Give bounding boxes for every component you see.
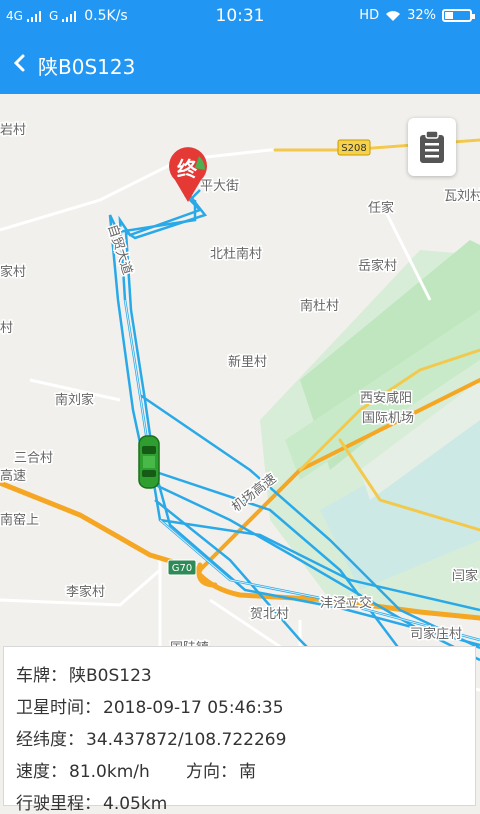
report-button[interactable] bbox=[408, 118, 456, 176]
plate-value: 陕B0S123 bbox=[69, 666, 152, 686]
mileage-row: 行驶里程： 4.05km bbox=[16, 789, 167, 814]
sat-time-value: 2018-09-17 05:46:35 bbox=[103, 698, 284, 718]
plate-label: 车牌： bbox=[16, 666, 67, 686]
shield-s208-label: S208 bbox=[341, 143, 366, 154]
speed-label: 速度： bbox=[16, 762, 67, 782]
sat-time-label: 卫星时间： bbox=[16, 698, 101, 718]
map-label: 家村 bbox=[0, 264, 26, 280]
speed-row: 速度： 81.0km/h bbox=[16, 757, 150, 782]
speed-value: 81.0km/h bbox=[69, 762, 150, 782]
map-label: 闫家 bbox=[452, 568, 478, 584]
map-label: 村 bbox=[0, 321, 13, 336]
map-label: 南杜村 bbox=[300, 298, 339, 314]
sat-time-row: 卫星时间： 2018-09-17 05:46:35 bbox=[16, 693, 284, 718]
battery-percent: 32% bbox=[407, 8, 436, 23]
coords-label: 经纬度： bbox=[16, 730, 84, 750]
status-right: HD 32% bbox=[359, 8, 475, 23]
map-label: 南刘家 bbox=[55, 392, 94, 408]
mileage-label: 行驶里程： bbox=[16, 794, 101, 814]
end-marker[interactable]: 终 bbox=[165, 146, 211, 204]
map-label: 南窑上 bbox=[0, 512, 39, 528]
map-label: 新里村 bbox=[228, 354, 267, 370]
map-label: 高速 bbox=[0, 468, 26, 484]
map-label: 三合村 bbox=[14, 451, 53, 466]
wifi-icon bbox=[386, 10, 401, 21]
mileage-value: 4.05km bbox=[103, 794, 168, 814]
map-pin-icon: 终 bbox=[169, 147, 207, 202]
hd-indicator: HD bbox=[359, 8, 380, 23]
car-icon bbox=[138, 435, 160, 489]
map-label: 西安咸阳 bbox=[360, 391, 412, 406]
clipboard-icon bbox=[420, 130, 444, 163]
shield-s208: S208 bbox=[337, 139, 371, 156]
map-label: 瓦刘村 bbox=[444, 189, 480, 204]
status-bar: 4G G 0.5K/s 10:31 HD 32% bbox=[0, 0, 480, 34]
shield-g70-label: G70 bbox=[172, 563, 192, 574]
vehicle-info-panel: 车牌： 陕B0S123 卫星时间： 2018-09-17 05:46:35 经纬度：… bbox=[3, 646, 476, 814]
map-label: 李家村 bbox=[66, 584, 105, 600]
direction-label: 方向： bbox=[186, 762, 237, 782]
plate-row: 车牌： 陕B0S123 bbox=[16, 661, 152, 686]
direction-row: 方向：南 bbox=[186, 757, 256, 782]
shield-g70: G70 bbox=[167, 559, 197, 576]
map-label: 贺北村 bbox=[250, 607, 289, 622]
map-label: 任家 bbox=[368, 200, 394, 216]
direction-value: 南 bbox=[239, 762, 256, 782]
map-label: 司家庄村 bbox=[410, 626, 462, 642]
end-marker-label: 终 bbox=[177, 157, 198, 181]
page-title: 陕B0S123 bbox=[38, 55, 136, 79]
coords-value: 34.437872/108.722269 bbox=[86, 730, 287, 750]
map-label: 沣泾立交 bbox=[320, 595, 372, 611]
map-label: 北杜南村 bbox=[210, 246, 262, 262]
back-button[interactable] bbox=[12, 48, 32, 78]
app-header: 陕B0S123 bbox=[0, 34, 480, 94]
map-label: 国际机场 bbox=[362, 411, 414, 426]
vehicle-marker[interactable] bbox=[134, 432, 164, 492]
map-label: 岳家村 bbox=[358, 258, 397, 274]
battery-icon bbox=[442, 9, 475, 22]
map-label: 岩村 bbox=[0, 123, 26, 138]
chevron-left-icon bbox=[13, 54, 25, 72]
battery-fill bbox=[445, 12, 453, 19]
coords-row: 经纬度： 34.437872/108.722269 bbox=[16, 725, 286, 750]
